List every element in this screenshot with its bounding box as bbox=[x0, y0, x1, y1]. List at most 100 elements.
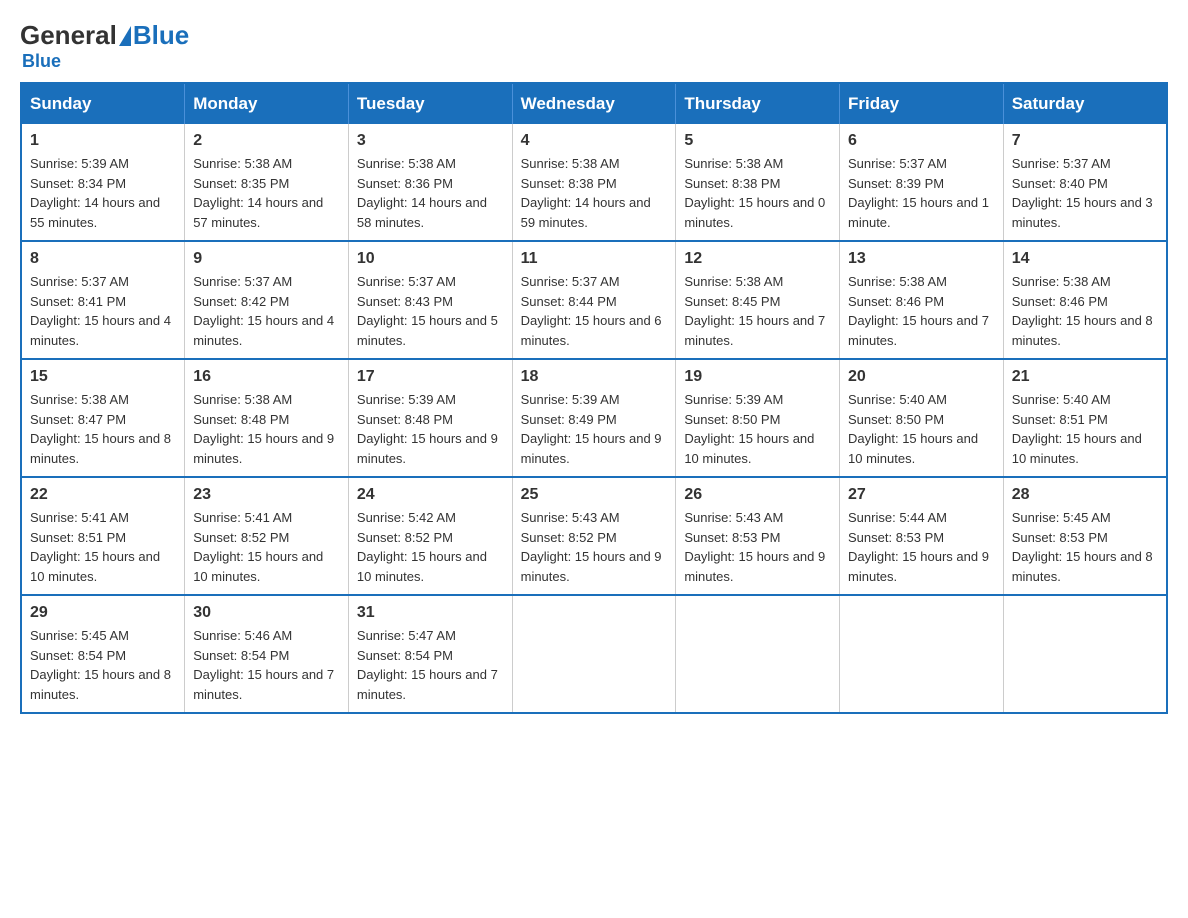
calendar-cell: 22 Sunrise: 5:41 AMSunset: 8:51 PMDaylig… bbox=[21, 477, 185, 595]
day-number: 29 bbox=[30, 604, 176, 622]
page-header: General Blue Blue bbox=[20, 20, 1168, 72]
day-info: Sunrise: 5:43 AMSunset: 8:53 PMDaylight:… bbox=[684, 508, 831, 586]
day-number: 12 bbox=[684, 250, 831, 268]
day-info: Sunrise: 5:38 AMSunset: 8:47 PMDaylight:… bbox=[30, 390, 176, 468]
calendar-cell: 5 Sunrise: 5:38 AMSunset: 8:38 PMDayligh… bbox=[676, 124, 840, 241]
day-number: 23 bbox=[193, 486, 340, 504]
calendar-cell: 3 Sunrise: 5:38 AMSunset: 8:36 PMDayligh… bbox=[348, 124, 512, 241]
day-number: 10 bbox=[357, 250, 504, 268]
calendar-header-wednesday: Wednesday bbox=[512, 83, 676, 124]
calendar-table: SundayMondayTuesdayWednesdayThursdayFrid… bbox=[20, 82, 1168, 714]
calendar-header-thursday: Thursday bbox=[676, 83, 840, 124]
day-info: Sunrise: 5:46 AMSunset: 8:54 PMDaylight:… bbox=[193, 626, 340, 704]
calendar-cell: 10 Sunrise: 5:37 AMSunset: 8:43 PMDaylig… bbox=[348, 241, 512, 359]
calendar-cell: 31 Sunrise: 5:47 AMSunset: 8:54 PMDaylig… bbox=[348, 595, 512, 713]
calendar-cell bbox=[1003, 595, 1167, 713]
day-number: 13 bbox=[848, 250, 995, 268]
day-number: 22 bbox=[30, 486, 176, 504]
day-number: 21 bbox=[1012, 368, 1158, 386]
calendar-cell: 18 Sunrise: 5:39 AMSunset: 8:49 PMDaylig… bbox=[512, 359, 676, 477]
day-info: Sunrise: 5:47 AMSunset: 8:54 PMDaylight:… bbox=[357, 626, 504, 704]
calendar-cell: 2 Sunrise: 5:38 AMSunset: 8:35 PMDayligh… bbox=[185, 124, 349, 241]
day-info: Sunrise: 5:44 AMSunset: 8:53 PMDaylight:… bbox=[848, 508, 995, 586]
calendar-cell: 15 Sunrise: 5:38 AMSunset: 8:47 PMDaylig… bbox=[21, 359, 185, 477]
day-info: Sunrise: 5:39 AMSunset: 8:49 PMDaylight:… bbox=[521, 390, 668, 468]
calendar-cell: 12 Sunrise: 5:38 AMSunset: 8:45 PMDaylig… bbox=[676, 241, 840, 359]
logo: General Blue Blue bbox=[20, 20, 189, 72]
calendar-cell: 9 Sunrise: 5:37 AMSunset: 8:42 PMDayligh… bbox=[185, 241, 349, 359]
day-info: Sunrise: 5:37 AMSunset: 8:40 PMDaylight:… bbox=[1012, 154, 1158, 232]
calendar-cell: 11 Sunrise: 5:37 AMSunset: 8:44 PMDaylig… bbox=[512, 241, 676, 359]
day-info: Sunrise: 5:40 AMSunset: 8:50 PMDaylight:… bbox=[848, 390, 995, 468]
calendar-cell: 8 Sunrise: 5:37 AMSunset: 8:41 PMDayligh… bbox=[21, 241, 185, 359]
calendar-cell: 16 Sunrise: 5:38 AMSunset: 8:48 PMDaylig… bbox=[185, 359, 349, 477]
day-number: 24 bbox=[357, 486, 504, 504]
calendar-cell: 6 Sunrise: 5:37 AMSunset: 8:39 PMDayligh… bbox=[840, 124, 1004, 241]
day-info: Sunrise: 5:45 AMSunset: 8:53 PMDaylight:… bbox=[1012, 508, 1158, 586]
calendar-week-row: 15 Sunrise: 5:38 AMSunset: 8:47 PMDaylig… bbox=[21, 359, 1167, 477]
day-info: Sunrise: 5:38 AMSunset: 8:46 PMDaylight:… bbox=[1012, 272, 1158, 350]
calendar-week-row: 29 Sunrise: 5:45 AMSunset: 8:54 PMDaylig… bbox=[21, 595, 1167, 713]
day-number: 4 bbox=[521, 132, 668, 150]
day-info: Sunrise: 5:37 AMSunset: 8:42 PMDaylight:… bbox=[193, 272, 340, 350]
day-number: 31 bbox=[357, 604, 504, 622]
day-info: Sunrise: 5:37 AMSunset: 8:43 PMDaylight:… bbox=[357, 272, 504, 350]
day-info: Sunrise: 5:37 AMSunset: 8:39 PMDaylight:… bbox=[848, 154, 995, 232]
calendar-cell: 7 Sunrise: 5:37 AMSunset: 8:40 PMDayligh… bbox=[1003, 124, 1167, 241]
calendar-header-saturday: Saturday bbox=[1003, 83, 1167, 124]
calendar-cell: 30 Sunrise: 5:46 AMSunset: 8:54 PMDaylig… bbox=[185, 595, 349, 713]
calendar-cell: 25 Sunrise: 5:43 AMSunset: 8:52 PMDaylig… bbox=[512, 477, 676, 595]
logo-triangle-icon bbox=[119, 26, 131, 46]
day-number: 26 bbox=[684, 486, 831, 504]
calendar-cell: 20 Sunrise: 5:40 AMSunset: 8:50 PMDaylig… bbox=[840, 359, 1004, 477]
day-number: 2 bbox=[193, 132, 340, 150]
logo-text: General Blue bbox=[20, 20, 189, 51]
day-info: Sunrise: 5:41 AMSunset: 8:51 PMDaylight:… bbox=[30, 508, 176, 586]
day-number: 9 bbox=[193, 250, 340, 268]
calendar-week-row: 22 Sunrise: 5:41 AMSunset: 8:51 PMDaylig… bbox=[21, 477, 1167, 595]
day-info: Sunrise: 5:41 AMSunset: 8:52 PMDaylight:… bbox=[193, 508, 340, 586]
logo-subtitle: Blue bbox=[22, 51, 61, 72]
day-info: Sunrise: 5:38 AMSunset: 8:38 PMDaylight:… bbox=[684, 154, 831, 232]
day-info: Sunrise: 5:37 AMSunset: 8:41 PMDaylight:… bbox=[30, 272, 176, 350]
calendar-cell: 28 Sunrise: 5:45 AMSunset: 8:53 PMDaylig… bbox=[1003, 477, 1167, 595]
day-number: 25 bbox=[521, 486, 668, 504]
calendar-cell: 4 Sunrise: 5:38 AMSunset: 8:38 PMDayligh… bbox=[512, 124, 676, 241]
calendar-cell: 19 Sunrise: 5:39 AMSunset: 8:50 PMDaylig… bbox=[676, 359, 840, 477]
day-info: Sunrise: 5:43 AMSunset: 8:52 PMDaylight:… bbox=[521, 508, 668, 586]
calendar-week-row: 1 Sunrise: 5:39 AMSunset: 8:34 PMDayligh… bbox=[21, 124, 1167, 241]
day-number: 14 bbox=[1012, 250, 1158, 268]
calendar-header-monday: Monday bbox=[185, 83, 349, 124]
day-number: 28 bbox=[1012, 486, 1158, 504]
day-number: 17 bbox=[357, 368, 504, 386]
day-number: 18 bbox=[521, 368, 668, 386]
day-info: Sunrise: 5:40 AMSunset: 8:51 PMDaylight:… bbox=[1012, 390, 1158, 468]
calendar-cell bbox=[840, 595, 1004, 713]
day-info: Sunrise: 5:42 AMSunset: 8:52 PMDaylight:… bbox=[357, 508, 504, 586]
day-number: 19 bbox=[684, 368, 831, 386]
day-info: Sunrise: 5:38 AMSunset: 8:48 PMDaylight:… bbox=[193, 390, 340, 468]
day-number: 27 bbox=[848, 486, 995, 504]
calendar-cell bbox=[676, 595, 840, 713]
calendar-cell: 26 Sunrise: 5:43 AMSunset: 8:53 PMDaylig… bbox=[676, 477, 840, 595]
calendar-header-row: SundayMondayTuesdayWednesdayThursdayFrid… bbox=[21, 83, 1167, 124]
calendar-cell: 13 Sunrise: 5:38 AMSunset: 8:46 PMDaylig… bbox=[840, 241, 1004, 359]
day-info: Sunrise: 5:38 AMSunset: 8:45 PMDaylight:… bbox=[684, 272, 831, 350]
day-number: 11 bbox=[521, 250, 668, 268]
day-info: Sunrise: 5:38 AMSunset: 8:35 PMDaylight:… bbox=[193, 154, 340, 232]
day-number: 16 bbox=[193, 368, 340, 386]
day-number: 5 bbox=[684, 132, 831, 150]
day-number: 3 bbox=[357, 132, 504, 150]
calendar-cell: 29 Sunrise: 5:45 AMSunset: 8:54 PMDaylig… bbox=[21, 595, 185, 713]
calendar-cell: 14 Sunrise: 5:38 AMSunset: 8:46 PMDaylig… bbox=[1003, 241, 1167, 359]
day-info: Sunrise: 5:38 AMSunset: 8:36 PMDaylight:… bbox=[357, 154, 504, 232]
day-info: Sunrise: 5:38 AMSunset: 8:38 PMDaylight:… bbox=[521, 154, 668, 232]
calendar-cell: 1 Sunrise: 5:39 AMSunset: 8:34 PMDayligh… bbox=[21, 124, 185, 241]
calendar-cell bbox=[512, 595, 676, 713]
calendar-week-row: 8 Sunrise: 5:37 AMSunset: 8:41 PMDayligh… bbox=[21, 241, 1167, 359]
calendar-cell: 24 Sunrise: 5:42 AMSunset: 8:52 PMDaylig… bbox=[348, 477, 512, 595]
calendar-cell: 17 Sunrise: 5:39 AMSunset: 8:48 PMDaylig… bbox=[348, 359, 512, 477]
day-number: 1 bbox=[30, 132, 176, 150]
logo-general: General bbox=[20, 20, 117, 51]
day-info: Sunrise: 5:39 AMSunset: 8:34 PMDaylight:… bbox=[30, 154, 176, 232]
